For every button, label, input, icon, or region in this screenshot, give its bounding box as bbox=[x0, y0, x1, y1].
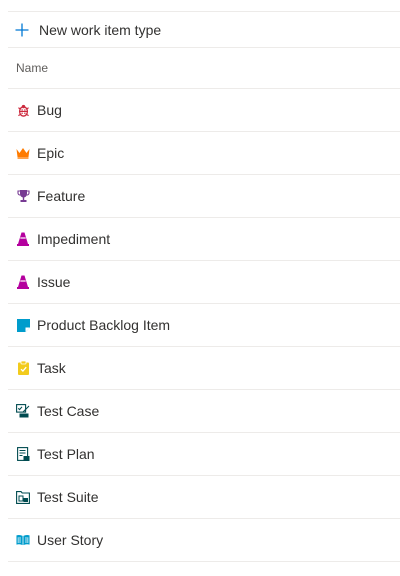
new-work-item-type-button[interactable]: New work item type bbox=[8, 12, 400, 48]
list-item-product-backlog-item[interactable]: Product Backlog Item bbox=[8, 304, 400, 347]
traffic-cone-icon bbox=[16, 275, 30, 289]
test-suite-icon bbox=[16, 490, 30, 504]
list-item-issue[interactable]: Issue bbox=[8, 261, 400, 304]
book-icon bbox=[16, 533, 30, 547]
list-item-label: Product Backlog Item bbox=[37, 317, 171, 333]
column-header-name[interactable]: Name bbox=[16, 61, 48, 75]
test-plan-icon bbox=[16, 447, 30, 461]
sticky-note-icon bbox=[16, 318, 30, 332]
new-work-item-type-label: New work item type bbox=[39, 21, 162, 38]
list-item-label: Impediment bbox=[37, 231, 111, 247]
list-item-feature[interactable]: Feature bbox=[8, 175, 400, 218]
list-item-impediment[interactable]: Impediment bbox=[8, 218, 400, 261]
traffic-cone-icon bbox=[16, 232, 30, 246]
list-item-label: Bug bbox=[37, 102, 62, 118]
work-item-types-panel: New work item type Name Bug Epic Feature… bbox=[0, 0, 400, 576]
list-item-test-case[interactable]: Test Case bbox=[8, 390, 400, 433]
list-item-bug[interactable]: Bug bbox=[8, 89, 400, 132]
list-item-label: Feature bbox=[37, 188, 86, 204]
list-item-test-plan[interactable]: Test Plan bbox=[8, 433, 400, 476]
bug-icon bbox=[16, 103, 30, 117]
plus-icon bbox=[15, 23, 29, 36]
list-item-test-suite[interactable]: Test Suite bbox=[8, 476, 400, 519]
list-item-user-story[interactable]: User Story bbox=[8, 519, 400, 562]
list-item-label: Test Plan bbox=[37, 446, 95, 462]
crown-icon bbox=[16, 146, 30, 160]
column-header-row: Name bbox=[8, 48, 400, 89]
list-item-label: Task bbox=[37, 360, 66, 376]
list-item-task[interactable]: Task bbox=[8, 347, 400, 390]
list-item-label: User Story bbox=[37, 532, 104, 548]
list-item-label: Test Case bbox=[37, 403, 100, 419]
trophy-icon bbox=[16, 189, 30, 203]
list-item-label: Test Suite bbox=[37, 489, 99, 505]
work-item-type-list: Bug Epic Feature Impediment Issue Produc… bbox=[8, 89, 400, 562]
list-item-label: Issue bbox=[37, 274, 71, 290]
test-case-icon bbox=[16, 404, 30, 418]
list-item-epic[interactable]: Epic bbox=[8, 132, 400, 175]
list-item-label: Epic bbox=[37, 145, 65, 161]
clipboard-check-icon bbox=[16, 361, 30, 375]
